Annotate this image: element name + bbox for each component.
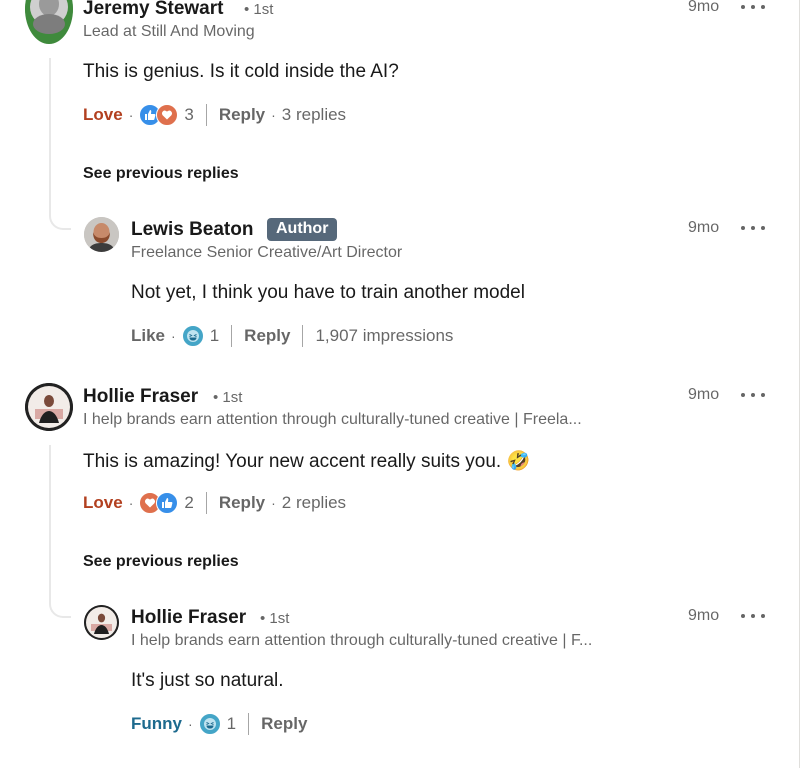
comment-actions: Like · 1 Reply 1,907 impressions: [131, 324, 453, 348]
comment-timestamp: 9mo: [688, 386, 720, 403]
avatar-lewis-beaton[interactable]: [84, 217, 119, 252]
reply-button[interactable]: Reply: [261, 714, 307, 734]
divider: [302, 325, 304, 347]
connection-degree: • 1st: [213, 389, 243, 406]
more-options-icon[interactable]: [741, 387, 765, 403]
separator-dot: ·: [271, 107, 276, 123]
avatar-jeremy-stewart[interactable]: [25, 0, 73, 44]
thread-line: [49, 58, 51, 208]
reply-button[interactable]: Reply: [219, 105, 265, 125]
more-options-icon[interactable]: [741, 608, 765, 624]
comment-actions: Love · 3 Reply · 3 replies: [83, 103, 346, 127]
separator-dot: ·: [128, 495, 134, 511]
thread-line: [49, 445, 51, 595]
comment-timestamp: 9mo: [688, 607, 720, 624]
comment-timestamp: 9mo: [688, 219, 720, 236]
commenter-headline: Lead at Still And Moving: [83, 23, 255, 40]
reaction-icons[interactable]: [181, 325, 204, 347]
reaction-count[interactable]: 1: [210, 326, 219, 346]
commenter-name[interactable]: Hollie Fraser: [131, 607, 246, 629]
commenter-name[interactable]: Lewis Beaton: [131, 219, 253, 241]
laugh-icon: [181, 325, 204, 347]
separator-dot: ·: [188, 716, 193, 732]
author-badge: Author: [267, 218, 338, 241]
commenter-headline: I help brands earn attention through cul…: [131, 632, 593, 649]
reaction-icons[interactable]: [198, 713, 221, 735]
avatar-hollie-fraser[interactable]: [84, 605, 119, 640]
thread-connector: [49, 594, 71, 618]
reaction-count[interactable]: 3: [184, 105, 193, 125]
replies-count-link[interactable]: 2 replies: [282, 493, 346, 513]
heart-icon: [156, 104, 179, 126]
commenter-headline: Freelance Senior Creative/Art Director: [131, 244, 403, 261]
comment-text: This is genius. Is it cold inside the AI…: [83, 61, 399, 82]
commenter-name[interactable]: Jeremy Stewart: [83, 0, 223, 20]
reaction-count[interactable]: 1: [227, 714, 236, 734]
separator-dot: ·: [271, 495, 276, 511]
reaction-button[interactable]: Love: [83, 105, 123, 125]
divider: [231, 325, 233, 347]
reaction-count[interactable]: 2: [184, 493, 193, 513]
divider: [205, 104, 207, 126]
reaction-icons[interactable]: [139, 104, 179, 126]
more-options-icon[interactable]: [741, 0, 765, 15]
replies-count-link[interactable]: 3 replies: [282, 105, 346, 125]
comment-actions: Love · 2 Reply · 2 replies: [83, 491, 346, 515]
comment-text: It's just so natural.: [131, 670, 284, 691]
reaction-button[interactable]: Love: [83, 493, 123, 513]
separator-dot: ·: [171, 328, 176, 344]
more-options-icon[interactable]: [741, 220, 765, 236]
impressions-count: 1,907 impressions: [315, 326, 454, 345]
divider: [248, 713, 250, 735]
connection-degree: • 1st: [244, 1, 274, 18]
commenter-headline: I help brands earn attention through cul…: [83, 411, 582, 428]
reaction-icons[interactable]: [139, 492, 179, 514]
thread-connector: [49, 206, 71, 230]
separator-dot: ·: [128, 107, 134, 123]
see-previous-replies-button[interactable]: See previous replies: [83, 553, 239, 571]
divider: [205, 492, 207, 514]
comment-actions: Funny · 1 Reply: [131, 712, 307, 736]
reply-button[interactable]: Reply: [244, 326, 290, 346]
avatar-hollie-fraser[interactable]: [25, 383, 73, 431]
reply-button[interactable]: Reply: [219, 493, 265, 513]
commenter-name[interactable]: Hollie Fraser: [83, 386, 198, 408]
comment-timestamp: 9mo: [688, 0, 720, 15]
laugh-icon: [198, 713, 221, 735]
comment-text: Not yet, I think you have to train anoth…: [131, 282, 525, 303]
comment-text: This is amazing! Your new accent really …: [83, 451, 531, 472]
reaction-button[interactable]: Funny: [131, 714, 182, 734]
connection-degree: • 1st: [260, 610, 290, 627]
see-previous-replies-button[interactable]: See previous replies: [83, 165, 239, 183]
like-button[interactable]: Like: [131, 326, 165, 346]
like-icon: [156, 492, 179, 514]
